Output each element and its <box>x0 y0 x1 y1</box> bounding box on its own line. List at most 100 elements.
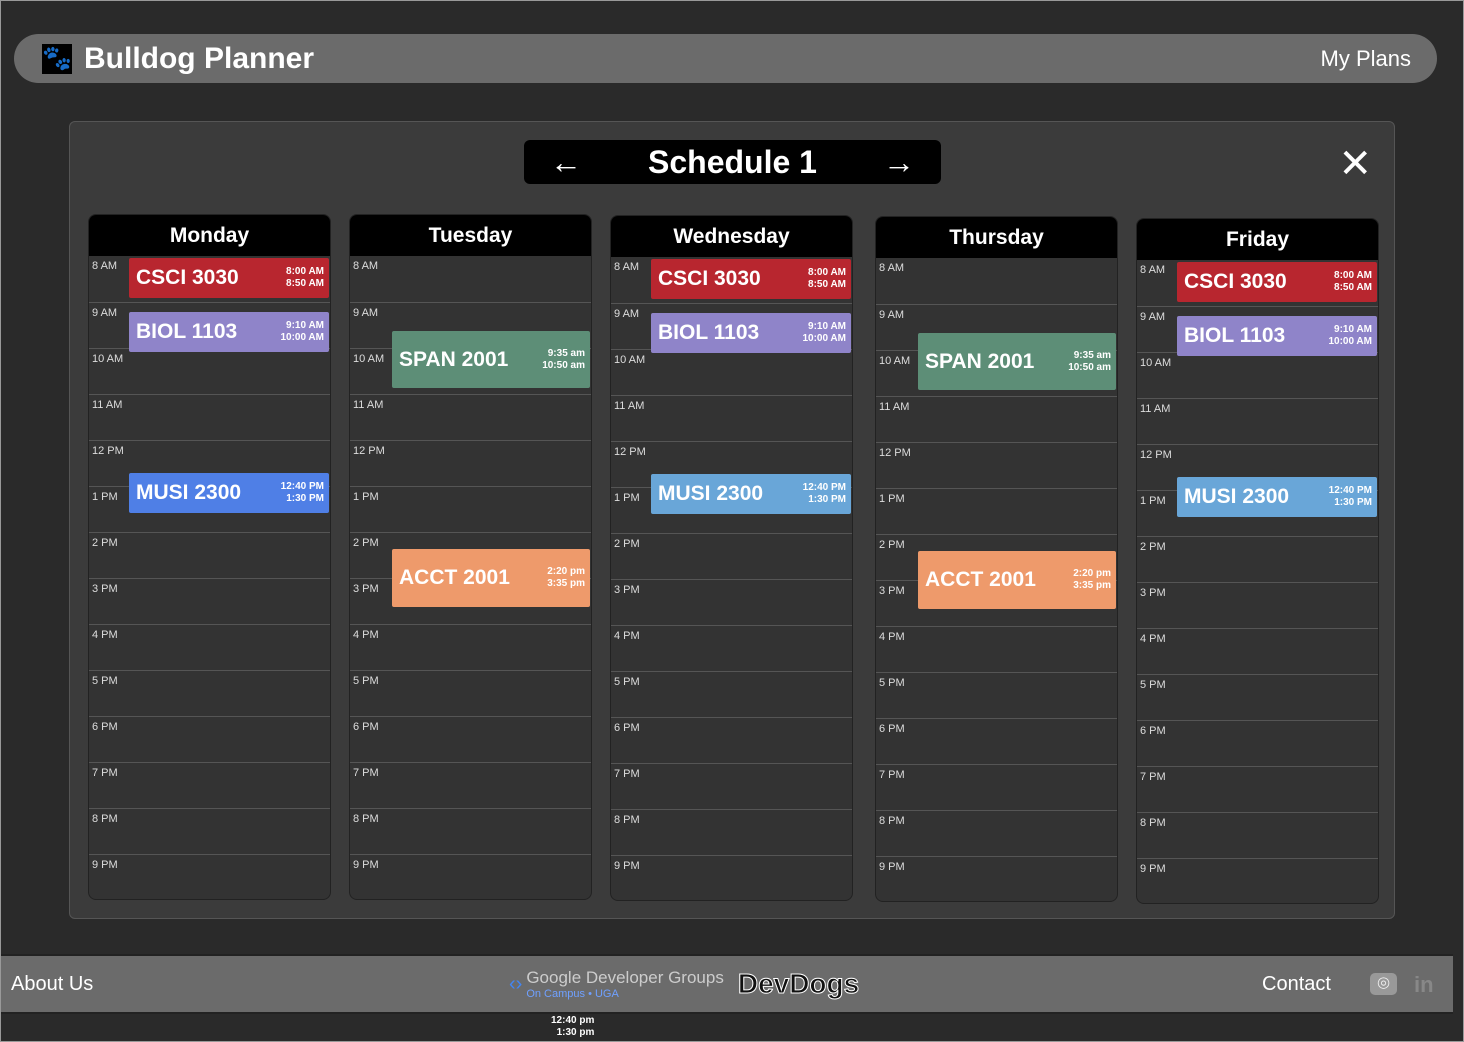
hour-row: 9 PM <box>350 854 591 899</box>
end-time: 3:35 pm <box>547 578 585 590</box>
my-plans-link[interactable]: My Plans <box>1321 46 1411 72</box>
course-code: SPAN 2001 <box>925 349 1035 373</box>
hour-row: 1 PM <box>350 486 591 532</box>
hour-row: 10 AM <box>1137 352 1378 398</box>
day-body: 8 AM 9 AM 10 AM 11 AM 12 PM 1 PM 2 PM 3 PM 4 PM 5… <box>1137 260 1378 903</box>
course-code: SPAN 2001 <box>399 347 509 371</box>
day-header: Thursday <box>876 217 1117 258</box>
course-code: BIOL 1103 <box>658 320 760 344</box>
course-block[interactable]: MUSI 2300 12:40 PM 1:30 PM <box>129 472 329 513</box>
course-code: BIOL 1103 <box>1184 323 1286 347</box>
course-block[interactable]: BIOL 1103 9:10 AM 10:00 AM <box>1177 315 1377 356</box>
start-time: 9:10 AM <box>808 320 846 332</box>
stray-start: 12:40 pm <box>551 1015 595 1026</box>
hour-row: 9 PM <box>89 854 330 899</box>
course-block[interactable]: ACCT 2001 2:20 pm 3:35 pm <box>918 551 1116 609</box>
start-time: 8:00 AM <box>286 266 324 277</box>
hour-label: 6 PM <box>353 721 379 733</box>
course-block[interactable]: MUSI 2300 12:40 PM 1:30 PM <box>651 473 851 514</box>
day-body: 8 AM 9 AM 10 AM 11 AM 12 PM 1 PM 2 PM 3 PM 4 PM 5… <box>611 257 852 900</box>
hour-row: 5 PM <box>611 671 852 717</box>
hour-label: 8 PM <box>879 815 905 827</box>
course-times: 8:00 AM 8:50 AM <box>286 266 324 290</box>
schedule-panel: ← Schedule 1 → ✕ Monday 8 AM 9 AM 10 AM 11 A… <box>69 121 1395 919</box>
hour-row: 3 PM <box>89 578 330 624</box>
linkedin-icon[interactable]: in <box>1414 972 1441 997</box>
hour-row: 9 PM <box>876 856 1117 901</box>
end-time: 3:35 pm <box>1073 580 1111 592</box>
course-block[interactable]: CSCI 3030 8:00 AM 8:50 AM <box>651 259 851 299</box>
gdg-name: Google Developer Groups <box>526 968 724 987</box>
course-code: ACCT 2001 <box>925 568 1036 592</box>
hour-row: 8 PM <box>350 808 591 854</box>
arrow-left-icon[interactable]: ← <box>550 144 582 181</box>
course-block[interactable]: CSCI 3030 8:00 AM 8:50 AM <box>1177 262 1377 302</box>
hour-row: 8 PM <box>1137 812 1378 858</box>
course-times: 2:20 pm 3:35 pm <box>547 566 585 590</box>
course-block[interactable]: CSCI 3030 8:00 AM 8:50 AM <box>129 258 329 298</box>
hour-row: 9 PM <box>1137 858 1378 903</box>
hour-label: 2 PM <box>353 537 379 549</box>
hour-label: 10 AM <box>879 355 911 367</box>
hour-row: 8 PM <box>611 809 852 855</box>
hour-label: 11 AM <box>353 399 384 411</box>
course-code: CSCI 3030 <box>1184 270 1287 293</box>
paw-icon: 🐾 <box>42 43 72 74</box>
end-time: 1:30 PM <box>1334 496 1372 508</box>
hour-row: 8 AM <box>876 258 1117 304</box>
app-title[interactable]: Bulldog Planner <box>84 42 1321 76</box>
close-icon[interactable]: ✕ <box>1338 144 1372 184</box>
hour-label: 1 PM <box>1140 495 1166 507</box>
hour-label: 2 PM <box>879 539 905 551</box>
course-code: ACCT 2001 <box>399 566 510 590</box>
course-block[interactable]: BIOL 1103 9:10 AM 10:00 AM <box>129 311 329 352</box>
course-block[interactable]: SPAN 2001 9:35 am 10:50 am <box>918 332 1116 391</box>
top-nav: 🐾 Bulldog Planner My Plans <box>14 34 1437 83</box>
hour-label: 9 AM <box>614 308 640 320</box>
hour-label: 6 PM <box>1140 725 1166 737</box>
hour-label: 12 PM <box>353 445 385 457</box>
hour-label: 9 AM <box>1140 311 1166 323</box>
hour-label: 5 PM <box>879 677 905 689</box>
course-block[interactable]: BIOL 1103 9:10 AM 10:00 AM <box>651 312 851 353</box>
hour-label: 2 PM <box>92 537 118 549</box>
day-header: Wednesday <box>611 216 852 257</box>
end-time: 10:50 am <box>542 359 585 371</box>
day-column-monday: Monday 8 AM 9 AM 10 AM 11 AM 12 PM 1 PM 2 PM 3 P… <box>88 214 331 900</box>
devdogs-logo: DevDogs <box>737 968 860 1000</box>
hour-label: 9 PM <box>92 859 118 871</box>
hour-label: 9 PM <box>614 860 640 872</box>
gdg-logo-icon: ‹› <box>509 972 523 995</box>
end-time: 10:00 AM <box>1328 335 1372 347</box>
end-time: 1:30 PM <box>286 492 324 504</box>
hour-label: 7 PM <box>92 767 118 779</box>
hour-label: 7 PM <box>353 767 379 779</box>
hour-label: 7 PM <box>614 768 640 780</box>
end-time: 8:50 AM <box>286 278 324 289</box>
hour-row: 8 PM <box>89 808 330 854</box>
about-us-link[interactable]: About Us <box>11 973 93 996</box>
hour-row: 5 PM <box>876 672 1117 718</box>
arrow-right-icon[interactable]: → <box>883 144 915 181</box>
instagram-icon[interactable]: ◎ <box>1370 973 1397 995</box>
hour-label: 11 AM <box>92 399 123 411</box>
hour-label: 5 PM <box>614 676 640 688</box>
hour-label: 8 AM <box>879 262 905 274</box>
hour-label: 2 PM <box>1140 541 1166 553</box>
course-block[interactable]: SPAN 2001 9:35 am 10:50 am <box>392 330 590 389</box>
day-column-thursday: Thursday 8 AM 9 AM 10 AM 11 AM 12 PM 1 PM 2 PM 3… <box>875 216 1118 902</box>
course-block[interactable]: MUSI 2300 12:40 PM 1:30 PM <box>1177 476 1377 517</box>
start-time: 8:00 AM <box>1334 270 1372 281</box>
course-times: 9:10 AM 10:00 AM <box>1328 324 1372 348</box>
hour-row: 6 PM <box>611 717 852 763</box>
end-time: 10:00 AM <box>802 332 846 344</box>
contact-link[interactable]: Contact <box>1262 973 1331 996</box>
stray-time-label: 12:40 pm 1:30 pm <box>551 1015 594 1039</box>
hour-row: 4 PM <box>1137 628 1378 674</box>
course-times: 12:40 PM 1:30 PM <box>1329 485 1372 509</box>
hour-label: 11 AM <box>614 400 645 412</box>
hour-label: 10 AM <box>1140 357 1172 369</box>
hour-label: 6 PM <box>879 723 905 735</box>
course-block[interactable]: ACCT 2001 2:20 pm 3:35 pm <box>392 549 590 607</box>
hour-label: 10 AM <box>614 354 646 366</box>
